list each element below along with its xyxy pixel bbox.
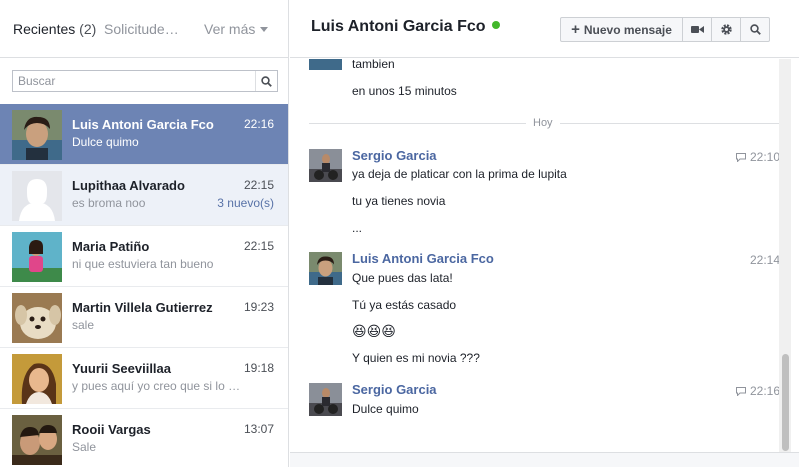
message-text: Tú ya estás casado: [352, 298, 457, 312]
sender-name[interactable]: Luis Antoni Garcia Fco: [352, 251, 494, 266]
message-source-icon: [735, 386, 746, 396]
message-emoji: 😆😆😆: [352, 323, 396, 339]
thread-snippet: ni que estuviera tan bueno: [72, 257, 214, 271]
thread-search-box: [12, 70, 278, 92]
thread-name: Luis Antoni Garcia Fco: [72, 117, 214, 132]
thread-name: Rooii Vargas: [72, 422, 151, 437]
message-text: en unos 15 minutos: [352, 84, 457, 98]
search-icon: [749, 24, 761, 35]
thread-time: 22:15: [243, 178, 274, 192]
message-text: tu ya tienes novia: [352, 194, 446, 208]
avatar: [12, 171, 62, 221]
conversation-search-button[interactable]: [741, 17, 770, 42]
scrollbar-thumb[interactable]: [782, 354, 789, 451]
avatar[interactable]: [309, 252, 342, 285]
conversation-header: Luis Antoni Garcia Fco + Nuevo mensaje: [290, 0, 799, 58]
new-message-button[interactable]: + Nuevo mensaje: [560, 17, 683, 42]
new-message-label: Nuevo mensaje: [583, 22, 672, 37]
message-time-label: 22:16: [749, 384, 780, 398]
message-time: 22:10: [735, 150, 780, 164]
thread-list: Luis Antoni Garcia Fco 22:16 Dulce quimo…: [0, 104, 288, 467]
thread-item[interactable]: Lupithaa Alvarado 22:15 es broma noo 3 n…: [0, 165, 288, 226]
thread-time: 19:23: [243, 300, 274, 314]
conversation-title[interactable]: Luis Antoni Garcia Fco: [311, 18, 500, 36]
search-icon: [261, 75, 272, 87]
sender-name[interactable]: Sergio Garcia: [352, 382, 437, 397]
message-time: 22:14: [750, 253, 780, 267]
thread-snippet: Dulce quimo: [72, 135, 139, 149]
avatar[interactable]: [309, 383, 342, 416]
tab-recent-label: Recientes: [13, 21, 76, 37]
unread-count-badge: 3 nuevo(s): [217, 196, 274, 210]
message-composer[interactable]: [290, 452, 799, 467]
thread-item[interactable]: Rooii Vargas 13:07 Sale: [0, 409, 288, 467]
message-time: 22:16: [735, 384, 780, 398]
message-scrollbar[interactable]: [779, 59, 791, 452]
thread-name: Maria Patiño: [72, 239, 150, 254]
message-text: Dulce quimo: [352, 402, 419, 416]
avatar: [309, 59, 342, 70]
thread-time: 13:07: [243, 422, 274, 436]
video-call-button[interactable]: [683, 17, 712, 42]
conversation-toolbar: + Nuevo mensaje: [560, 17, 770, 42]
plus-icon: +: [571, 21, 580, 38]
thread-snippet: sale: [72, 318, 95, 332]
thread-snippet: y pues aquí yo creo que si lo …: [72, 379, 241, 393]
avatar: [12, 232, 62, 282]
settings-button[interactable]: [712, 17, 741, 42]
message-text: tambien: [352, 59, 395, 71]
thread-item[interactable]: Yuurii Seeviillaa 19:18 y pues aquí yo c…: [0, 348, 288, 409]
tab-recent[interactable]: Recientes (2): [13, 21, 96, 37]
message-text: Que pues das lata!: [352, 271, 453, 285]
see-more-dropdown[interactable]: Ver más: [204, 21, 269, 37]
thread-name: Martin Villela Gutierrez: [72, 300, 213, 315]
date-divider-label: Hoy: [526, 117, 560, 129]
gear-icon: [720, 24, 732, 35]
tab-recent-count: (2): [79, 21, 97, 37]
conversation-name: Luis Antoni Garcia Fco: [311, 18, 486, 35]
avatar: [12, 415, 62, 465]
message-text: ya deja de platicar con la prima de lupi…: [352, 167, 567, 181]
thread-item[interactable]: Martin Villela Gutierrez 19:23 sale: [0, 287, 288, 348]
message-text: ...: [352, 221, 363, 235]
thread-item[interactable]: Maria Patiño 22:15 ni que estuviera tan …: [0, 226, 288, 287]
search-input[interactable]: [13, 71, 256, 91]
message-list: tambien en unos 15 minutos Hoy Sergio Ga…: [290, 59, 790, 452]
search-button[interactable]: [255, 71, 277, 91]
chevron-down-icon: [260, 27, 269, 32]
see-more-label: Ver más: [204, 21, 256, 37]
video-camera-icon: [690, 26, 704, 33]
avatar: [12, 354, 62, 404]
thread-snippet: Sale: [72, 440, 97, 454]
message-time-label: 22:10: [749, 150, 780, 164]
message-time-label: 22:14: [749, 253, 780, 267]
thread-item[interactable]: Luis Antoni Garcia Fco 22:16 Dulce quimo: [0, 104, 288, 165]
sender-name[interactable]: Sergio Garcia: [352, 148, 437, 163]
avatar: [12, 293, 62, 343]
thread-time: 22:16: [243, 117, 274, 131]
thread-name: Lupithaa Alvarado: [72, 178, 185, 193]
avatar: [12, 110, 62, 160]
online-status-icon: [491, 21, 500, 29]
thread-list-pane: Recientes (2) Solicitude… Ver más Luis A…: [0, 0, 289, 467]
thread-time: 19:18: [243, 361, 274, 375]
thread-name: Yuurii Seeviillaa: [72, 361, 171, 376]
thread-list-header: Recientes (2) Solicitude… Ver más: [0, 0, 288, 58]
avatar[interactable]: [309, 149, 342, 182]
tab-requests[interactable]: Solicitude…: [104, 21, 179, 37]
thread-time: 22:15: [243, 239, 274, 253]
message-text: Y quien es mi novia ???: [352, 351, 480, 365]
message-source-icon: [735, 152, 746, 162]
